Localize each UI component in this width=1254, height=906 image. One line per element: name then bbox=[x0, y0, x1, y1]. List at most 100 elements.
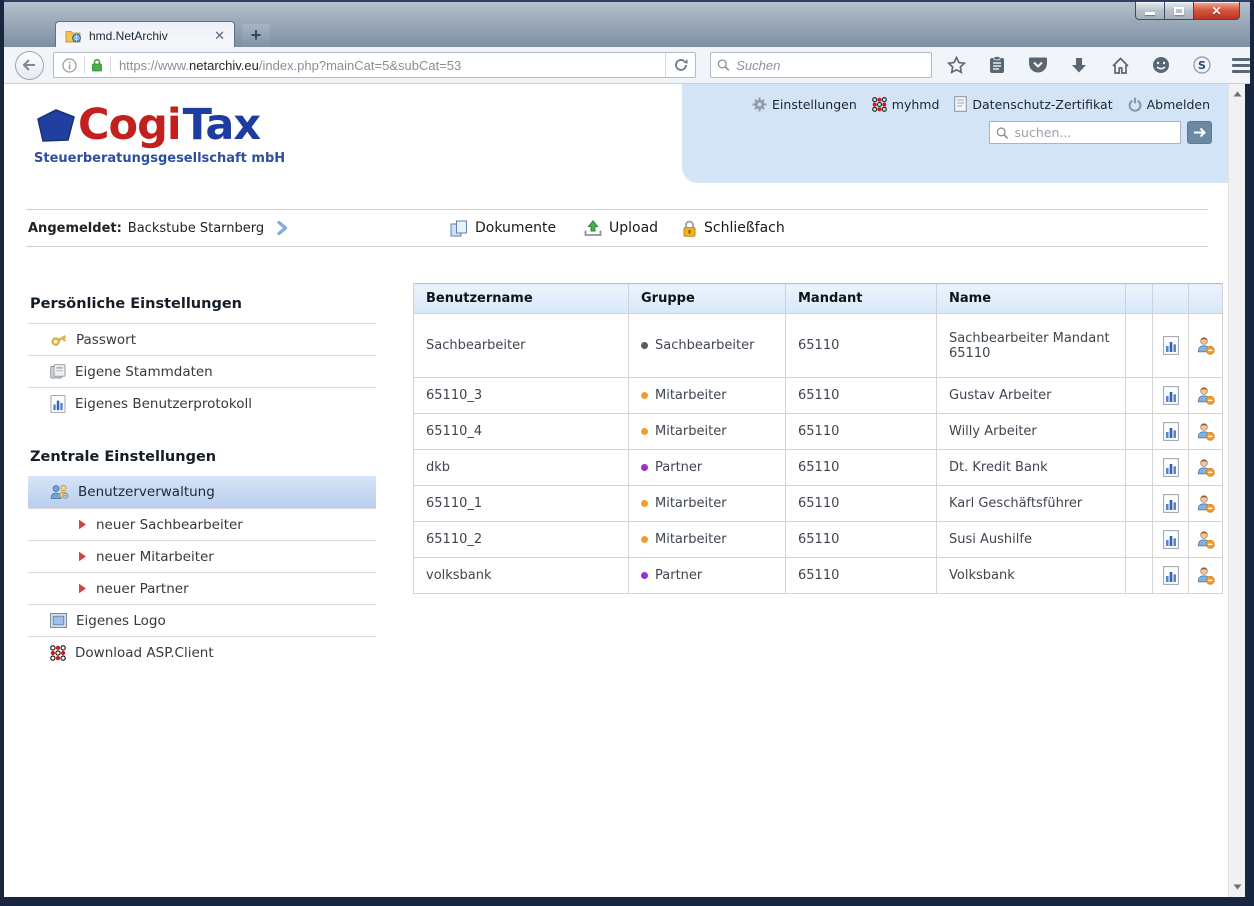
cell-gruppe: Mitarbeiter bbox=[629, 414, 786, 450]
protocol-button[interactable] bbox=[1153, 314, 1189, 378]
arrow-right-icon bbox=[1193, 127, 1207, 138]
cell-benutzername: 65110_3 bbox=[414, 378, 629, 414]
url-bar[interactable]: https://www.netarchiv.eu/index.php?mainC… bbox=[53, 52, 697, 78]
tab-close-icon[interactable]: ✕ bbox=[214, 29, 225, 42]
https-lock-icon[interactable] bbox=[91, 58, 103, 72]
cell-mandant: 65110 bbox=[786, 314, 937, 378]
new-tab-button[interactable]: + bbox=[242, 24, 270, 49]
stammdaten-cards-icon bbox=[50, 364, 66, 379]
page-info-icon[interactable] bbox=[62, 58, 77, 73]
downloads-icon[interactable] bbox=[1069, 55, 1089, 75]
table-header-row: Benutzername Gruppe Mandant Name bbox=[414, 284, 1223, 314]
maximize-icon bbox=[1174, 7, 1184, 15]
asp-client-grid-icon bbox=[50, 645, 66, 661]
user-delete-button[interactable] bbox=[1189, 414, 1223, 450]
sidebar-item-benutzerverwaltung[interactable]: Benutzerverwaltung bbox=[28, 476, 376, 508]
logo-pentagon-icon bbox=[34, 108, 76, 148]
scroll-down-icon[interactable] bbox=[1229, 879, 1245, 895]
logo-text-cogi: Cogi bbox=[78, 104, 181, 147]
user-delete-button[interactable] bbox=[1189, 450, 1223, 486]
protocol-chart-icon bbox=[1163, 422, 1179, 441]
feedback-smiley-icon[interactable] bbox=[1151, 55, 1171, 75]
chevron-right-icon[interactable] bbox=[274, 220, 290, 236]
titlebar[interactable]: hmd.NetArchiv ✕ + ✕ bbox=[4, 0, 1250, 47]
cell-gruppe: Partner bbox=[629, 450, 786, 486]
sidebar-item-label: Passwort bbox=[76, 332, 136, 348]
table-row: 65110_3 Mitarbeiter 65110 Gustav Arbeite… bbox=[414, 378, 1223, 414]
protocol-button[interactable] bbox=[1153, 450, 1189, 486]
protocol-button[interactable] bbox=[1153, 522, 1189, 558]
sidebar-item-eigenes-logo[interactable]: Eigenes Logo bbox=[28, 604, 376, 636]
site-search-input[interactable] bbox=[1015, 125, 1174, 140]
minimize-button[interactable] bbox=[1135, 2, 1165, 20]
user-table: Benutzername Gruppe Mandant Name Sachbea… bbox=[413, 283, 1223, 594]
protocol-button[interactable] bbox=[1153, 486, 1189, 522]
group-dot bbox=[641, 572, 648, 579]
user-delete-button[interactable] bbox=[1189, 522, 1223, 558]
protocol-button[interactable] bbox=[1153, 558, 1189, 594]
sidebar-item-neuer-sachbearbeiter[interactable]: neuer Sachbearbeiter bbox=[28, 508, 376, 540]
protocol-chart-icon bbox=[1163, 494, 1179, 513]
nav-schliessfach[interactable]: Schließfach bbox=[682, 210, 785, 246]
user-delete-button[interactable] bbox=[1189, 486, 1223, 522]
sidebar-item-eigene-stammdaten[interactable]: Eigene Stammdaten bbox=[28, 355, 376, 387]
user-delete-button[interactable] bbox=[1189, 558, 1223, 594]
vertical-scrollbar[interactable] bbox=[1228, 84, 1245, 897]
documents-icon bbox=[450, 220, 468, 237]
myhmd-link[interactable]: myhmd bbox=[872, 97, 940, 112]
sidebar-item-label: neuer Partner bbox=[96, 581, 189, 597]
url-text[interactable]: https://www.netarchiv.eu/index.php?mainC… bbox=[119, 58, 666, 73]
col-benutzername[interactable]: Benutzername bbox=[414, 284, 629, 314]
sidebar-item-eigenes-benutzerprotokoll[interactable]: Eigenes Benutzerprotokoll bbox=[28, 387, 376, 419]
sidebar-item-neuer-mitarbeiter[interactable]: neuer Mitarbeiter bbox=[28, 540, 376, 572]
nav-upload[interactable]: Upload bbox=[584, 210, 658, 246]
sidebar-section-personal-title: Persönliche Einstellungen bbox=[30, 296, 376, 312]
menu-button[interactable] bbox=[1232, 58, 1250, 73]
browser-search-box[interactable] bbox=[710, 52, 932, 78]
datenschutz-zertifikat-link[interactable]: Datenschutz-Zertifikat bbox=[954, 96, 1112, 112]
user-remove-icon bbox=[1196, 530, 1215, 549]
site-search-submit-button[interactable] bbox=[1187, 121, 1212, 144]
user-delete-button[interactable] bbox=[1189, 378, 1223, 414]
nav-dokumente[interactable]: Dokumente bbox=[450, 210, 556, 246]
cell-empty bbox=[1126, 450, 1153, 486]
scroll-up-icon[interactable] bbox=[1229, 86, 1245, 102]
divider bbox=[84, 56, 85, 74]
pocket-icon[interactable] bbox=[1028, 55, 1048, 75]
col-gruppe[interactable]: Gruppe bbox=[629, 284, 786, 314]
col-mandant[interactable]: Mandant bbox=[786, 284, 937, 314]
site-search-box[interactable] bbox=[989, 121, 1181, 144]
browser-tab[interactable]: hmd.NetArchiv ✕ bbox=[55, 21, 235, 49]
back-button[interactable] bbox=[15, 51, 44, 80]
sidebar-item-neuer-partner[interactable]: neuer Partner bbox=[28, 572, 376, 604]
cell-gruppe: Partner bbox=[629, 558, 786, 594]
protocol-button[interactable] bbox=[1153, 378, 1189, 414]
sidebar-item-passwort[interactable]: Passwort bbox=[28, 323, 376, 355]
settings-link[interactable]: Einstellungen bbox=[752, 97, 857, 112]
home-icon[interactable] bbox=[1110, 55, 1130, 75]
window-controls: ✕ bbox=[1135, 2, 1240, 20]
sidebar-item-download-asp-client[interactable]: Download ASP.Client bbox=[28, 636, 376, 668]
browser-search-input[interactable] bbox=[736, 58, 925, 73]
maximize-button[interactable] bbox=[1165, 2, 1194, 20]
protocol-button[interactable] bbox=[1153, 414, 1189, 450]
logout-link[interactable]: Abmelden bbox=[1128, 97, 1210, 112]
user-remove-icon bbox=[1196, 458, 1215, 477]
sidebar-section-central: Benutzerverwaltung neuer Sachbearbeiter … bbox=[28, 476, 376, 668]
close-button[interactable]: ✕ bbox=[1194, 2, 1240, 20]
reading-list-icon[interactable] bbox=[987, 55, 1007, 75]
group-dot bbox=[641, 342, 648, 349]
browser-window: hmd.NetArchiv ✕ + ✕ bbox=[0, 0, 1254, 906]
site-header-panel: Einstellungen bbox=[682, 84, 1228, 183]
bookmark-star-icon[interactable] bbox=[946, 55, 966, 75]
sidebar-item-label: neuer Sachbearbeiter bbox=[96, 517, 243, 533]
search-icon bbox=[717, 58, 730, 72]
col-name[interactable]: Name bbox=[937, 284, 1126, 314]
back-arrow-icon bbox=[22, 59, 36, 71]
reload-button[interactable] bbox=[665, 53, 695, 77]
navigation-toolbar: https://www.netarchiv.eu/index.php?mainC… bbox=[4, 47, 1250, 84]
sidebar-item-label: neuer Mitarbeiter bbox=[96, 549, 214, 565]
user-delete-button[interactable] bbox=[1189, 314, 1223, 378]
skype-extension-icon[interactable]: S bbox=[1192, 55, 1212, 75]
logged-in-label: Angemeldet: bbox=[28, 221, 122, 236]
